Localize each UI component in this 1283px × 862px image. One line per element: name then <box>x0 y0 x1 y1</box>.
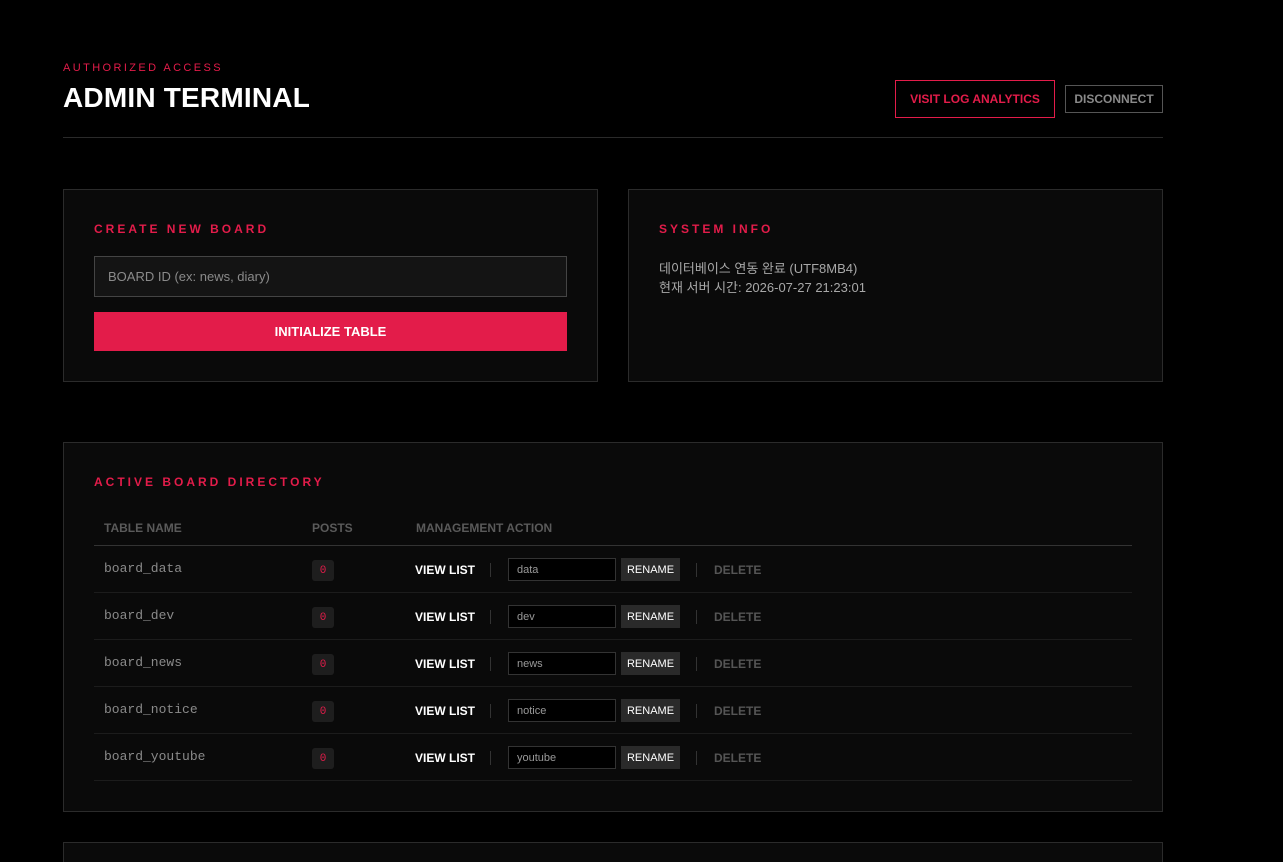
view-list-link[interactable]: VIEW LIST <box>415 657 475 671</box>
divider <box>490 704 491 718</box>
view-list-link[interactable]: VIEW LIST <box>415 704 475 718</box>
create-board-title: CREATE NEW BOARD <box>94 222 270 236</box>
disconnect-button[interactable]: DISCONNECT <box>1065 85 1163 113</box>
rename-button[interactable]: RENAME <box>621 558 680 581</box>
system-info-panel: SYSTEM INFO 데이터베이스 연동 완료 (UTF8MB4) 현재 서버… <box>628 189 1163 382</box>
rename-input[interactable] <box>508 652 616 675</box>
rename-button[interactable]: RENAME <box>621 652 680 675</box>
rename-input[interactable] <box>508 699 616 722</box>
rename-input[interactable] <box>508 558 616 581</box>
delete-link[interactable]: DELETE <box>714 704 761 718</box>
view-list-link[interactable]: VIEW LIST <box>415 751 475 765</box>
page-title: ADMIN TERMINAL <box>63 82 310 113</box>
rename-button[interactable]: RENAME <box>621 746 680 769</box>
next-panel <box>63 842 1163 862</box>
page-header: AUTHORIZED ACCESS ADMIN TERMINAL VISIT L… <box>63 62 1163 138</box>
divider <box>696 751 697 765</box>
divider <box>696 563 697 577</box>
table-name: board_youtube <box>104 749 206 764</box>
divider <box>696 657 697 671</box>
column-header-table-name: TABLE NAME <box>104 521 182 535</box>
posts-count-badge: 0 <box>312 607 334 628</box>
divider <box>696 610 697 624</box>
posts-count-badge: 0 <box>312 748 334 769</box>
delete-link[interactable]: DELETE <box>714 610 761 624</box>
table-name: board_news <box>104 655 183 670</box>
table-row: board_data 0 VIEW LIST RENAME DELETE <box>94 546 1132 593</box>
table-name: board_notice <box>104 702 198 717</box>
column-header-posts: POSTS <box>312 521 353 535</box>
create-board-panel: CREATE NEW BOARD INITIALIZE TABLE <box>63 189 598 382</box>
table-row: board_news 0 VIEW LIST RENAME DELETE <box>94 640 1132 687</box>
board-id-input[interactable] <box>94 256 567 297</box>
board-directory-title: ACTIVE BOARD DIRECTORY <box>94 475 325 489</box>
rename-input[interactable] <box>508 605 616 628</box>
divider <box>696 704 697 718</box>
rename-input[interactable] <box>508 746 616 769</box>
divider <box>490 563 491 577</box>
rename-button[interactable]: RENAME <box>621 699 680 722</box>
header-eyebrow: AUTHORIZED ACCESS <box>63 62 223 74</box>
view-list-link[interactable]: VIEW LIST <box>415 610 475 624</box>
system-info-title: SYSTEM INFO <box>659 222 774 236</box>
delete-link[interactable]: DELETE <box>714 563 761 577</box>
posts-count-badge: 0 <box>312 560 334 581</box>
server-time-text: 현재 서버 시간: 2026-07-27 21:23:01 <box>659 280 866 295</box>
initialize-table-button[interactable]: INITIALIZE TABLE <box>94 312 567 351</box>
table-row: board_dev 0 VIEW LIST RENAME DELETE <box>94 593 1132 640</box>
view-list-link[interactable]: VIEW LIST <box>415 563 475 577</box>
delete-link[interactable]: DELETE <box>714 657 761 671</box>
db-status-text: 데이터베이스 연동 완료 (UTF8MB4) <box>659 261 858 276</box>
table-row: board_youtube 0 VIEW LIST RENAME DELETE <box>94 734 1132 781</box>
rename-button[interactable]: RENAME <box>621 605 680 628</box>
divider <box>490 657 491 671</box>
divider <box>490 610 491 624</box>
table-name: board_data <box>104 561 183 576</box>
delete-link[interactable]: DELETE <box>714 751 761 765</box>
table-name: board_dev <box>104 608 175 623</box>
divider <box>490 751 491 765</box>
posts-count-badge: 0 <box>312 654 334 675</box>
visit-log-analytics-button[interactable]: VISIT LOG ANALYTICS <box>895 80 1055 118</box>
column-header-management-action: MANAGEMENT ACTION <box>416 521 553 535</box>
board-directory-panel: ACTIVE BOARD DIRECTORY TABLE NAME POSTS … <box>63 442 1163 812</box>
posts-count-badge: 0 <box>312 701 334 722</box>
table-row: board_notice 0 VIEW LIST RENAME DELETE <box>94 687 1132 734</box>
